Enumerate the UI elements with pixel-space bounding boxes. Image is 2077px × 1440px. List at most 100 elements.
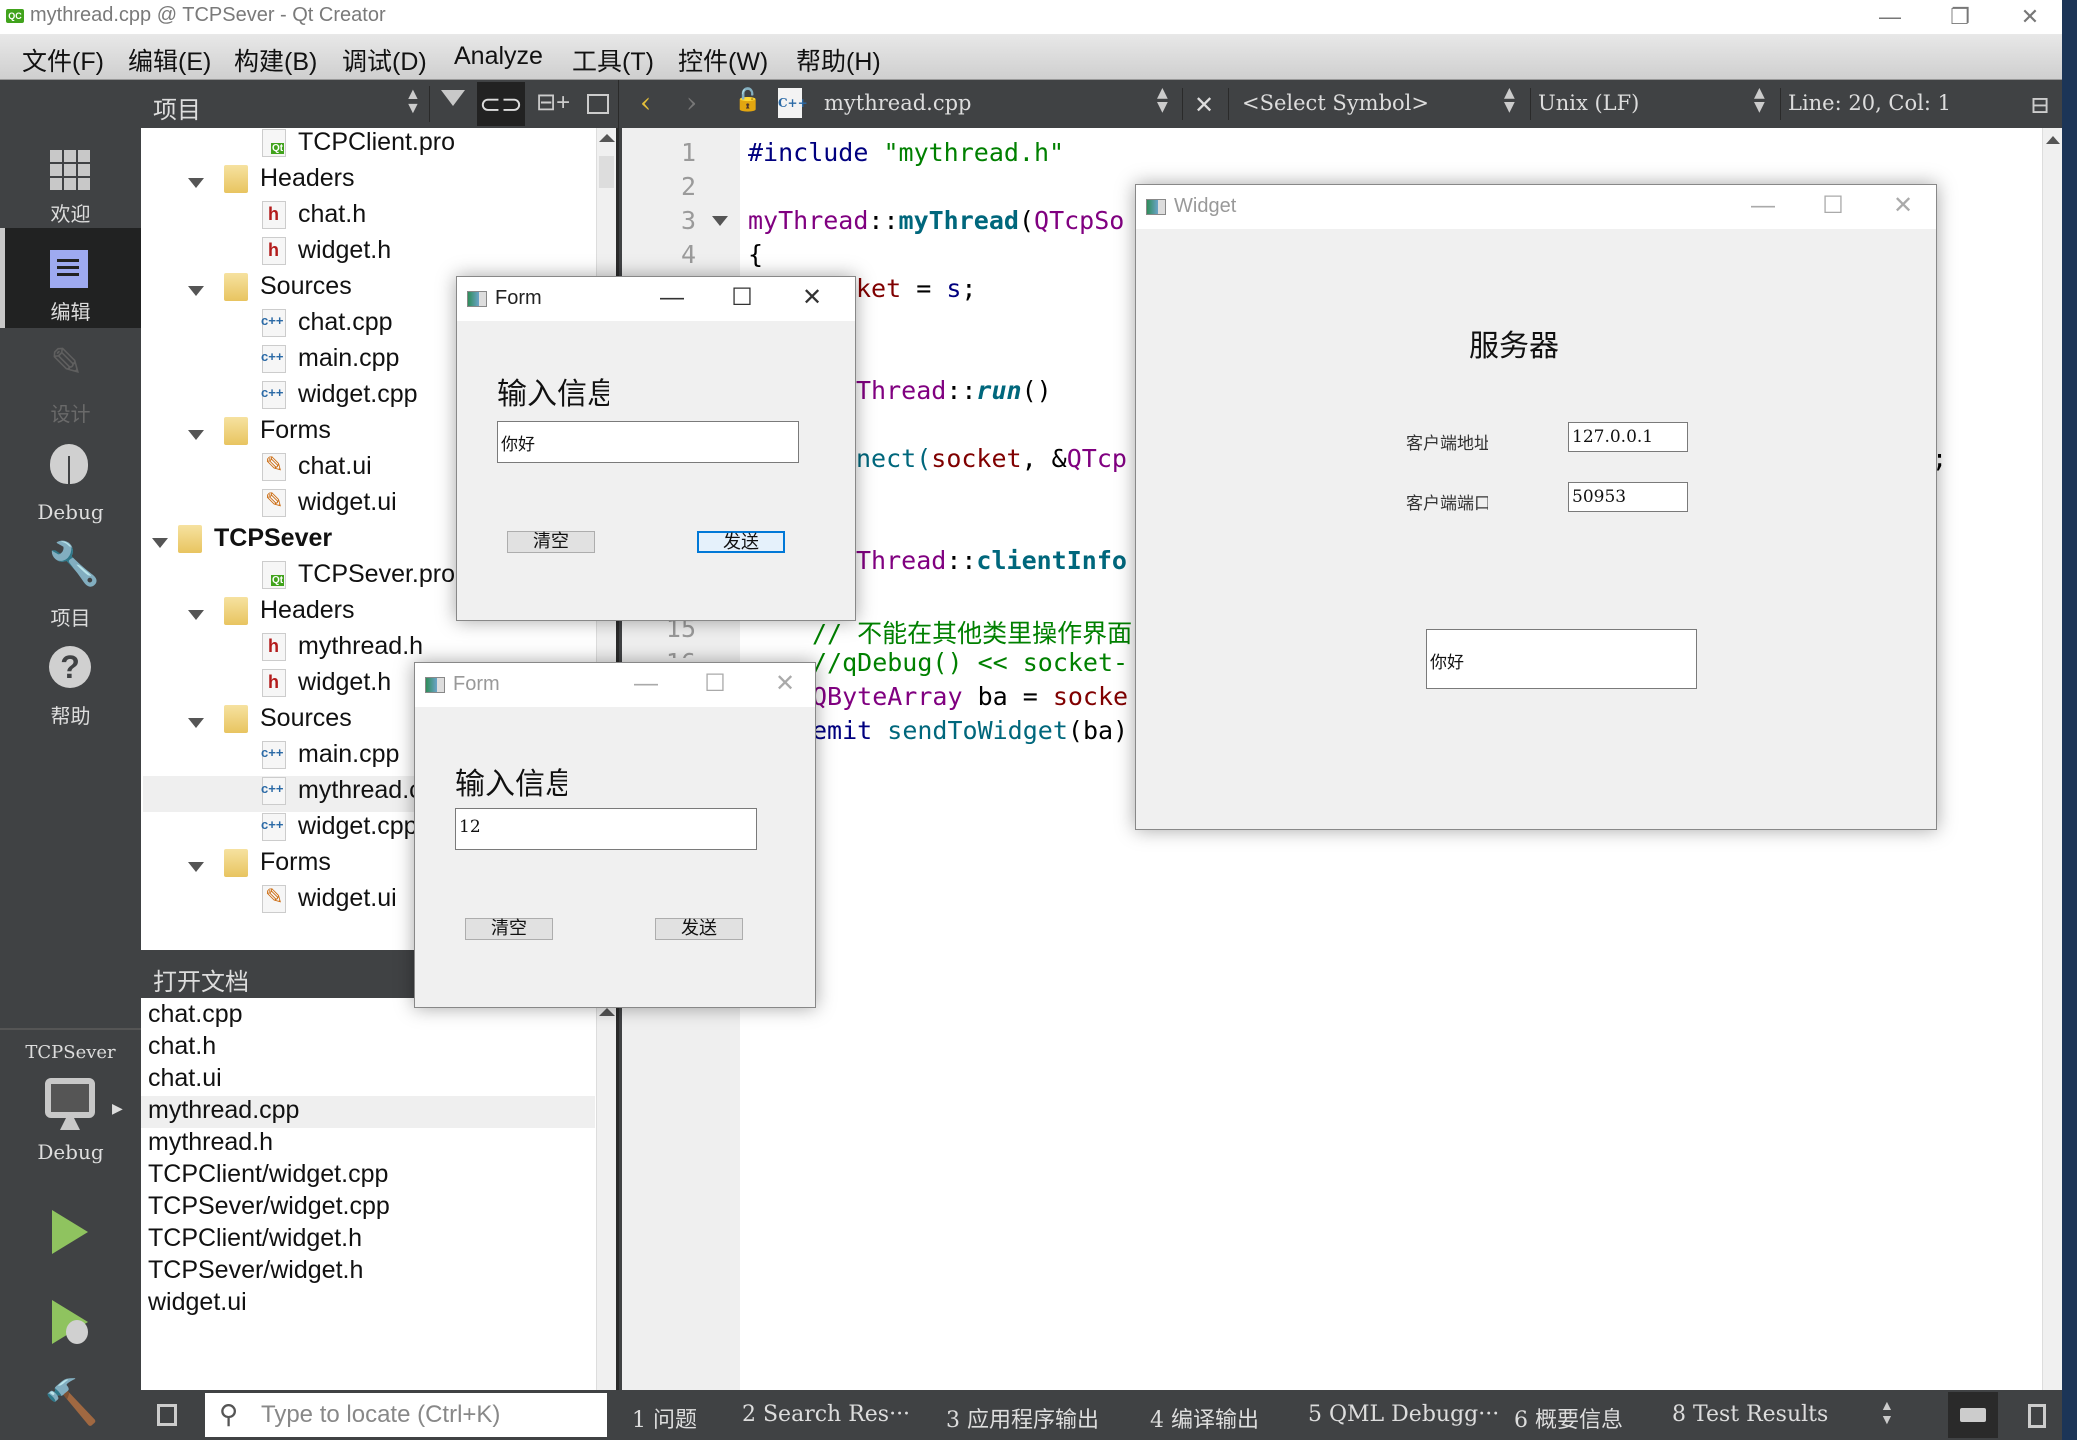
open-doc-item[interactable]: TCPSever/widget.cpp: [141, 1192, 595, 1224]
project-tree-item[interactable]: mythread.h: [262, 632, 423, 668]
close-pane-icon[interactable]: [587, 94, 609, 114]
maximize-button[interactable]: ☐: [1818, 191, 1848, 221]
maximize-button[interactable]: ❐: [1925, 0, 1995, 34]
expand-arrow-icon[interactable]: [188, 862, 204, 872]
project-tree-item[interactable]: widget.h: [262, 668, 391, 704]
view-selector-updown-icon[interactable]: ▲ ▼: [405, 87, 421, 117]
symbol-selector[interactable]: <Select Symbol>: [1242, 91, 1429, 115]
output-tab-search-results[interactable]: 2 Search Res···: [742, 1402, 910, 1427]
mode-help[interactable]: ? 帮助: [0, 632, 141, 732]
open-doc-item[interactable]: widget.ui: [141, 1288, 595, 1320]
toggle-sidebar-icon[interactable]: [157, 1404, 177, 1426]
received-message-field[interactable]: 你好: [1426, 629, 1697, 689]
project-tree-item[interactable]: Headers: [224, 596, 355, 632]
symbol-selector-updown-icon[interactable]: ▲ ▼: [1504, 86, 1515, 114]
clear-button[interactable]: 清空: [507, 531, 595, 553]
maximize-button[interactable]: ☐: [727, 283, 757, 313]
output-tab-general-messages[interactable]: 6 概要信息: [1514, 1402, 1623, 1434]
menu-analyze[interactable]: Analyze: [454, 42, 543, 71]
clear-button[interactable]: 清空: [465, 918, 553, 940]
projects-view-selector[interactable]: 项目: [153, 90, 201, 125]
split-editor-icon[interactable]: ⊟: [2030, 91, 2050, 119]
project-tree-item[interactable]: widget.ui: [262, 884, 397, 920]
toggle-right-sidebar-icon[interactable]: [2028, 1404, 2046, 1428]
minimize-button[interactable]: —: [631, 669, 661, 699]
file-selector-updown-icon[interactable]: ▲ ▼: [1157, 86, 1168, 114]
form-window-2-title-bar[interactable]: Form — ☐ ✕: [415, 663, 815, 707]
mode-projects[interactable]: 🔧 项目: [0, 534, 141, 634]
kit-selector-monitor-icon[interactable]: [45, 1078, 95, 1118]
project-tree-item[interactable]: Sources: [224, 704, 352, 740]
open-doc-item-selected[interactable]: mythread.cpp: [141, 1096, 595, 1128]
send-button[interactable]: 发送: [655, 918, 743, 940]
close-button[interactable]: ✕: [1995, 0, 2065, 34]
project-tree-item[interactable]: widget.cpp: [261, 380, 418, 416]
project-tree-item[interactable]: Headers: [224, 164, 355, 200]
line-ending-updown-icon[interactable]: ▲ ▼: [1754, 86, 1765, 114]
line-ending-selector[interactable]: Unix (LF): [1538, 91, 1639, 115]
open-doc-item[interactable]: TCPClient/widget.h: [141, 1224, 595, 1256]
menu-file[interactable]: 文件(F): [22, 42, 104, 78]
minimize-button[interactable]: —: [1855, 0, 1925, 34]
open-doc-item[interactable]: mythread.h: [141, 1128, 595, 1160]
filter-icon[interactable]: [441, 90, 465, 106]
mode-debug[interactable]: Debug: [0, 432, 141, 532]
open-doc-item[interactable]: chat.h: [141, 1032, 595, 1064]
expand-arrow-icon[interactable]: [152, 538, 168, 548]
menu-debug[interactable]: 调试(D): [342, 42, 427, 78]
project-tree-item[interactable]: chat.ui: [262, 452, 372, 488]
close-button[interactable]: ✕: [770, 669, 800, 699]
project-tree-item[interactable]: widget.cpp: [261, 812, 418, 848]
locator-input[interactable]: ⚲ Type to locate (Ctrl+K): [205, 1393, 607, 1437]
send-button[interactable]: 发送: [697, 531, 785, 553]
open-doc-item[interactable]: TCPClient/widget.cpp: [141, 1160, 595, 1192]
fold-arrow-icon[interactable]: [712, 216, 728, 226]
minimize-button[interactable]: —: [1748, 191, 1778, 221]
expand-arrow-icon[interactable]: [188, 430, 204, 440]
current-file-selector[interactable]: mythread.cpp: [824, 91, 972, 115]
close-document-icon[interactable]: ✕: [1194, 91, 1214, 119]
output-tab-application-output[interactable]: 3 应用程序输出: [946, 1402, 1099, 1434]
file-lock-icon[interactable]: 🔓: [734, 88, 761, 113]
project-tree-item[interactable]: TCPClient.pro: [262, 128, 455, 164]
project-tree-item[interactable]: widget.ui: [262, 488, 397, 524]
output-tab-qml-debugger[interactable]: 5 QML Debugg···: [1308, 1402, 1499, 1427]
client-address-field[interactable]: 127.0.0.1: [1568, 422, 1688, 452]
project-tree-item[interactable]: Forms: [224, 416, 331, 452]
project-tree-item[interactable]: main.cpp: [261, 344, 399, 380]
build-hammer-icon[interactable]: 🔨: [44, 1376, 99, 1428]
menu-tools[interactable]: 工具(T): [572, 42, 654, 78]
kit-selector-arrow-icon[interactable]: ▶: [112, 1100, 123, 1117]
output-tab-issues[interactable]: 1 问题: [632, 1402, 697, 1434]
project-tree-item[interactable]: TCPSever.pro: [262, 560, 455, 596]
go-forward-icon[interactable]: ›: [686, 86, 697, 119]
split-add-icon[interactable]: ⊟+: [536, 88, 570, 117]
project-tree-item[interactable]: Sources: [224, 272, 352, 308]
cursor-position[interactable]: Line: 20, Col: 1: [1788, 91, 1951, 115]
expand-arrow-icon[interactable]: [188, 610, 204, 620]
menu-help[interactable]: 帮助(H): [796, 42, 881, 78]
open-doc-item[interactable]: chat.ui: [141, 1064, 595, 1096]
expand-arrow-icon[interactable]: [188, 178, 204, 188]
minimize-button[interactable]: —: [657, 283, 687, 313]
widget-window-title-bar[interactable]: Widget — ☐ ✕: [1136, 185, 1936, 229]
editor-vertical-scrollbar[interactable]: [2042, 128, 2062, 1390]
menu-controls[interactable]: 控件(W): [678, 42, 768, 78]
sync-link-icon[interactable]: ⊂⊃: [477, 82, 525, 126]
close-button[interactable]: ✕: [797, 283, 827, 313]
mode-welcome[interactable]: 欢迎: [0, 130, 141, 230]
mode-edit[interactable]: 编辑: [0, 228, 141, 328]
message-input[interactable]: 12: [455, 808, 757, 850]
expand-arrow-icon[interactable]: [188, 286, 204, 296]
output-tab-compile-output[interactable]: 4 编译输出: [1150, 1402, 1259, 1434]
output-tab-test-results[interactable]: 8 Test Results: [1672, 1402, 1828, 1427]
close-button[interactable]: ✕: [1888, 191, 1918, 221]
maximize-button[interactable]: ☐: [700, 669, 730, 699]
output-tabs-updown-icon[interactable]: ▲ ▼: [1880, 1398, 1894, 1426]
project-tree-item[interactable]: TCPSever: [178, 524, 332, 560]
project-tree-item[interactable]: chat.h: [262, 200, 366, 236]
run-button-play-icon[interactable]: [52, 1210, 88, 1254]
project-tree-item[interactable]: Forms: [224, 848, 331, 884]
open-doc-item[interactable]: TCPSever/widget.h: [141, 1256, 595, 1288]
project-tree-item[interactable]: main.cpp: [261, 740, 399, 776]
